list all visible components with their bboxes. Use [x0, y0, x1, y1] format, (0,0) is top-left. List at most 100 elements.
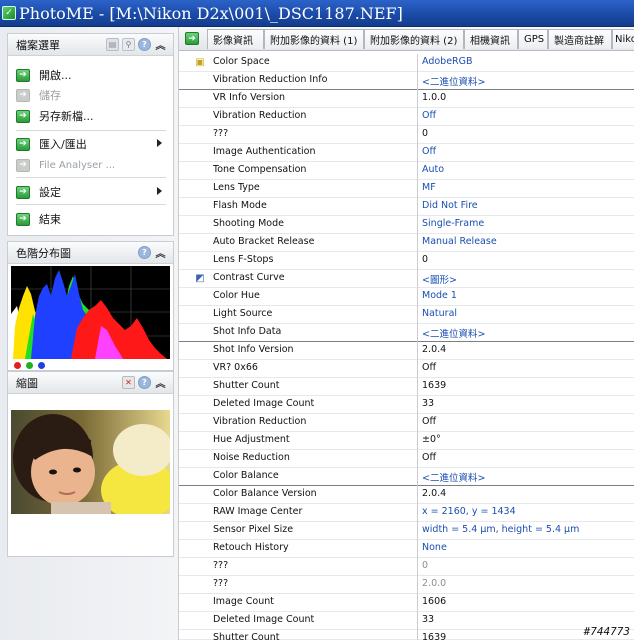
- table-row[interactable]: Deleted Image Count 33: [179, 396, 634, 414]
- table-row[interactable]: Auto Bracket Release Manual Release: [179, 234, 634, 252]
- column-divider: [417, 144, 418, 162]
- property-value: <圖形>: [422, 275, 457, 286]
- property-value: Single-Frame: [422, 218, 485, 229]
- menu-item-label: 設定: [39, 186, 61, 199]
- table-row[interactable]: VR? 0x66 Off: [179, 360, 634, 378]
- table-row[interactable]: Color Balance Version 2.0.4: [179, 486, 634, 504]
- file-menu-panel: 檔案選單 ▤ ⚲ ? ︽ ➔ 開啟... ➔ 儲存 ➔ 另存新檔... ➔ 匯入…: [7, 33, 174, 236]
- property-value: AdobeRGB: [422, 56, 473, 67]
- menu-item-save[interactable]: ➔ 儲存: [16, 86, 166, 104]
- watermark: #744773: [583, 625, 630, 638]
- table-row[interactable]: Color Balance <二進位資料>: [179, 468, 634, 486]
- table-row[interactable]: Shutter Count 1639: [179, 630, 634, 640]
- table-row[interactable]: Image Authentication Off: [179, 144, 634, 162]
- document-icon[interactable]: ▤: [106, 38, 119, 51]
- property-value: MF: [422, 182, 436, 193]
- table-row[interactable]: Deleted Image Count 33: [179, 612, 634, 630]
- file-menu-header: 檔案選單 ▤ ⚲ ? ︽: [8, 34, 173, 56]
- thumbnail-panel: 縮圖 ✕ ? ︽: [7, 371, 174, 557]
- column-divider: [417, 396, 418, 414]
- property-value: Off: [422, 416, 437, 427]
- table-row[interactable]: Shooting Mode Single-Frame: [179, 216, 634, 234]
- table-row[interactable]: Noise Reduction Off: [179, 450, 634, 468]
- table-row[interactable]: Image Count 1606: [179, 594, 634, 612]
- table-row[interactable]: Shutter Count 1639: [179, 378, 634, 396]
- tab-nikon[interactable]: Nikon: [612, 29, 634, 49]
- menu-item-import-export[interactable]: ➔ 匯入/匯出: [16, 135, 166, 153]
- table-row[interactable]: RAW Image Center x = 2160, y = 1434: [179, 504, 634, 522]
- tab-maker-notes[interactable]: 製造商註解: [548, 29, 612, 49]
- table-row[interactable]: Color Hue Mode 1: [179, 288, 634, 306]
- table-row[interactable]: ▣ Color Space AdobeRGB: [179, 54, 634, 72]
- table-row[interactable]: Shot Info Data <二進位資料>: [179, 324, 634, 342]
- table-row[interactable]: VR Info Version 1.0.0: [179, 90, 634, 108]
- property-value: 1606: [422, 596, 447, 607]
- column-divider: [417, 450, 418, 468]
- property-value: Natural: [422, 308, 458, 319]
- collapse-icon[interactable]: ︽: [154, 246, 167, 260]
- table-row[interactable]: Lens Type MF: [179, 180, 634, 198]
- histogram-channel-toggles: [14, 362, 45, 369]
- help-icon[interactable]: ?: [138, 376, 151, 389]
- close-thumbnail-icon[interactable]: ✕: [122, 376, 135, 389]
- arrow-icon: ➔: [16, 68, 30, 82]
- property-name: Tone Compensation: [213, 164, 307, 175]
- table-row[interactable]: Retouch History None: [179, 540, 634, 558]
- property-name: Shot Info Data: [213, 326, 282, 337]
- table-row[interactable]: Shot Info Version 2.0.4: [179, 342, 634, 360]
- menu-item-exit[interactable]: ➔ 結束: [16, 210, 166, 228]
- table-row[interactable]: Vibration Reduction Off: [179, 108, 634, 126]
- app-icon: ✓: [2, 6, 16, 20]
- menu-item-file-analyser[interactable]: ➔ File Analyser ...: [16, 156, 166, 174]
- menu-item-open[interactable]: ➔ 開啟...: [16, 66, 166, 84]
- collapse-icon[interactable]: ︽: [154, 376, 167, 390]
- menu-item-settings[interactable]: ➔ 設定: [16, 183, 166, 201]
- red-channel-dot[interactable]: [14, 362, 21, 369]
- help-icon[interactable]: ?: [138, 38, 151, 51]
- column-divider: [417, 180, 418, 198]
- magnifier-icon[interactable]: ⚲: [122, 38, 135, 51]
- table-row[interactable]: Tone Compensation Auto: [179, 162, 634, 180]
- tab-camera-info[interactable]: 相機資訊: [464, 29, 518, 49]
- property-name: Shutter Count: [213, 380, 280, 391]
- table-row[interactable]: ??? 0: [179, 558, 634, 576]
- left-sidebar: 檔案選單 ▤ ⚲ ? ︽ ➔ 開啟... ➔ 儲存 ➔ 另存新檔... ➔ 匯入…: [0, 27, 178, 640]
- table-row[interactable]: Hue Adjustment ±0°: [179, 432, 634, 450]
- table-row[interactable]: Flash Mode Did Not Fire: [179, 198, 634, 216]
- table-row[interactable]: Vibration Reduction Info <二進位資料>: [179, 72, 634, 90]
- table-row[interactable]: ??? 2.0.0: [179, 576, 634, 594]
- tab-extra-data-2[interactable]: 附加影像的資料 (2): [364, 29, 464, 49]
- arrow-icon: ➔: [16, 212, 30, 226]
- table-row[interactable]: ??? 0: [179, 126, 634, 144]
- property-name: Sensor Pixel Size: [213, 524, 294, 535]
- menu-item-save-as[interactable]: ➔ 另存新檔...: [16, 107, 166, 125]
- column-divider: [417, 468, 418, 486]
- table-row[interactable]: Sensor Pixel Size width = 5.4 µm, height …: [179, 522, 634, 540]
- tab-gps[interactable]: GPS: [518, 29, 548, 49]
- table-row[interactable]: ◩ Contrast Curve <圖形>: [179, 270, 634, 288]
- property-name: Flash Mode: [213, 200, 267, 211]
- thumbnail-image: [11, 410, 170, 514]
- blue-channel-dot[interactable]: [38, 362, 45, 369]
- menu-separator: [16, 130, 166, 131]
- table-row[interactable]: Light Source Natural: [179, 306, 634, 324]
- table-row[interactable]: Lens F-Stops 0: [179, 252, 634, 270]
- tab-image-info[interactable]: 影像資訊: [207, 29, 264, 49]
- column-divider: [417, 594, 418, 612]
- green-channel-dot[interactable]: [26, 362, 33, 369]
- go-arrow-icon[interactable]: ➔: [185, 32, 199, 45]
- property-value: width = 5.4 µm, height = 5.4 µm: [422, 524, 580, 535]
- column-divider: [417, 270, 418, 288]
- collapse-icon[interactable]: ︽: [154, 38, 167, 52]
- file-menu-title: 檔案選單: [16, 38, 60, 52]
- help-icon[interactable]: ?: [138, 246, 151, 259]
- histogram-title: 色階分布圖: [16, 246, 71, 260]
- column-divider: [417, 558, 418, 576]
- property-value: None: [422, 542, 447, 553]
- column-divider: [417, 540, 418, 558]
- tab-extra-data-1[interactable]: 附加影像的資料 (1): [264, 29, 364, 49]
- table-row[interactable]: Vibration Reduction Off: [179, 414, 634, 432]
- column-divider: [417, 90, 418, 108]
- property-value: 2.0.0: [422, 578, 447, 589]
- property-name: ???: [213, 560, 229, 571]
